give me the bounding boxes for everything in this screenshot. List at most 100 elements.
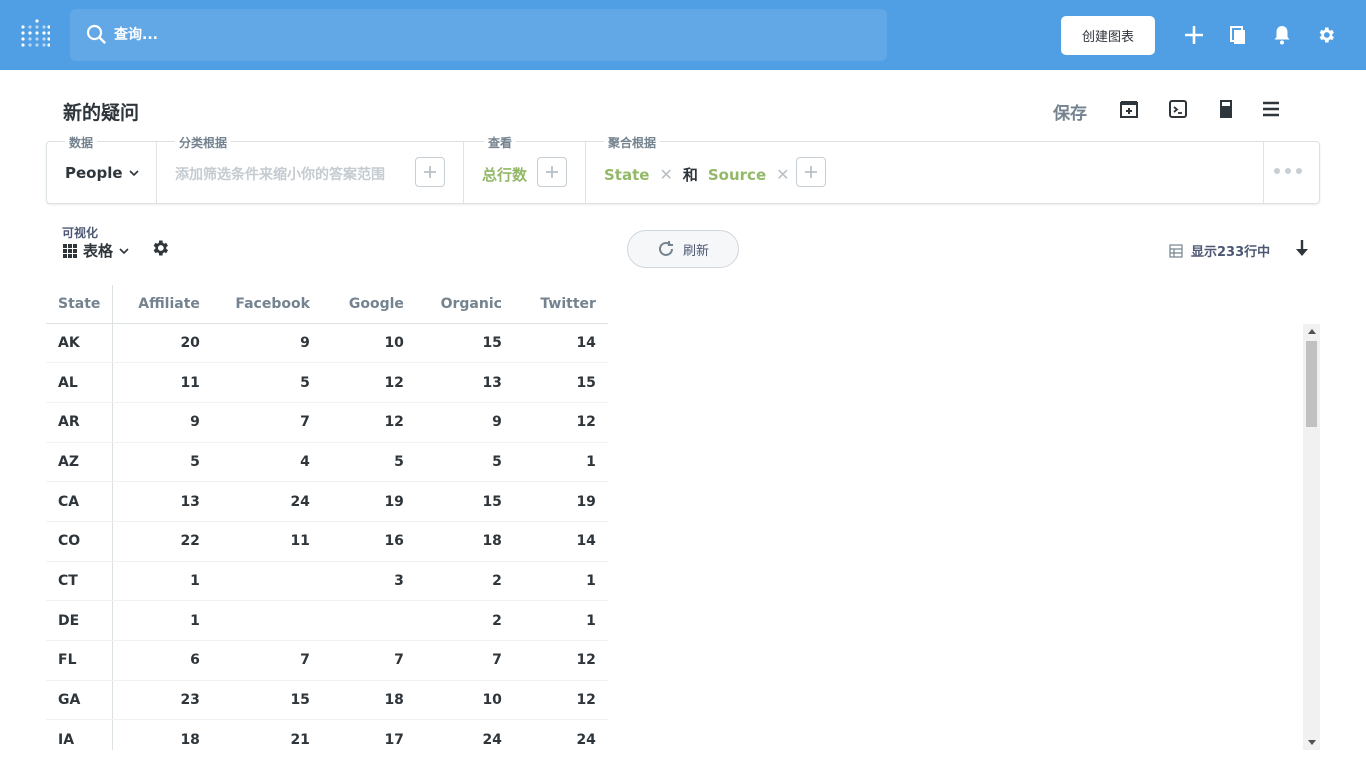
collection-icon[interactable]	[1226, 23, 1250, 47]
table-cell[interactable]: 5	[415, 442, 514, 483]
table-cell[interactable]: 7	[211, 402, 322, 443]
table-cell[interactable]: 20	[112, 323, 212, 364]
table-cell[interactable]: DE	[46, 600, 114, 641]
table-cell[interactable]: 15	[415, 481, 514, 522]
table-cell[interactable]	[211, 600, 322, 641]
table-cell[interactable]: 14	[513, 323, 608, 364]
table-cell[interactable]: 5	[321, 442, 416, 483]
column-header-twitter[interactable]: Twitter	[513, 285, 608, 324]
table-cell[interactable]: 1	[513, 600, 608, 641]
add-aggregation-button[interactable]	[537, 157, 567, 187]
table-cell[interactable]: 13	[415, 362, 514, 403]
table-cell[interactable]: 2	[415, 561, 514, 602]
column-header-affiliate[interactable]: Affiliate	[112, 285, 212, 324]
table-cell[interactable]: AR	[46, 402, 114, 443]
table-cell[interactable]: 10	[321, 323, 416, 364]
table-cell[interactable]: 21	[211, 719, 322, 750]
data-source-select[interactable]: People	[65, 164, 139, 182]
table-cell[interactable]: 4	[211, 442, 322, 483]
filter-placeholder[interactable]: 添加筛选条件来缩小你的答案范围	[175, 164, 385, 184]
table-cell[interactable]: 13	[112, 481, 212, 522]
table-cell[interactable]: IA	[46, 719, 114, 750]
settings-gear-icon[interactable]	[1314, 23, 1338, 47]
sql-editor-icon[interactable]	[1166, 97, 1190, 121]
table-cell[interactable]: CO	[46, 521, 114, 562]
table-cell[interactable]: 1	[513, 561, 608, 602]
scroll-down-arrow-icon[interactable]	[1308, 740, 1316, 745]
table-cell[interactable]: AZ	[46, 442, 114, 483]
table-cell[interactable]: 19	[513, 481, 608, 522]
table-cell[interactable]: AL	[46, 362, 114, 403]
column-header-google[interactable]: Google	[321, 285, 416, 324]
search-input[interactable]	[114, 21, 814, 49]
table-cell[interactable]: AK	[46, 323, 114, 364]
table-cell[interactable]: 5	[211, 362, 322, 403]
table-cell[interactable]: 7	[415, 640, 514, 681]
visualization-type-select[interactable]: 表格	[63, 240, 129, 261]
remove-source-icon[interactable]: ✕	[776, 165, 789, 184]
column-header-organic[interactable]: Organic	[415, 285, 514, 324]
table-cell[interactable]: FL	[46, 640, 114, 681]
notification-bell-icon[interactable]	[1270, 23, 1294, 47]
table-cell[interactable]: 12	[321, 402, 416, 443]
refresh-button[interactable]: 刷新	[627, 230, 739, 268]
table-cell[interactable]: 2	[415, 600, 514, 641]
metabase-logo-icon[interactable]	[20, 18, 50, 52]
table-cell[interactable]: GA	[46, 680, 114, 721]
remove-state-icon[interactable]: ✕	[659, 165, 672, 184]
download-icon[interactable]	[1292, 238, 1312, 260]
table-cell[interactable]: 12	[513, 680, 608, 721]
table-cell[interactable]: 9	[112, 402, 212, 443]
table-cell[interactable]: 7	[211, 640, 322, 681]
add-icon[interactable]	[1182, 23, 1206, 47]
add-breakout-button[interactable]	[796, 157, 826, 187]
table-cell[interactable]: CA	[46, 481, 114, 522]
table-cell[interactable]: 12	[513, 640, 608, 681]
scroll-up-arrow-icon[interactable]	[1308, 329, 1316, 334]
table-cell[interactable]: CT	[46, 561, 114, 602]
table-cell[interactable]: 9	[415, 402, 514, 443]
table-cell[interactable]: 12	[513, 402, 608, 443]
table-cell[interactable]: 19	[321, 481, 416, 522]
table-cell[interactable]: 11	[112, 362, 212, 403]
table-cell[interactable]: 7	[321, 640, 416, 681]
add-to-dashboard-icon[interactable]	[1117, 97, 1141, 121]
breakout-source[interactable]: Source	[708, 166, 766, 184]
reference-book-icon[interactable]	[1214, 97, 1238, 121]
table-cell[interactable]: 6	[112, 640, 212, 681]
table-cell[interactable]: 24	[211, 481, 322, 522]
scrollbar-thumb[interactable]	[1306, 341, 1317, 427]
table-cell[interactable]: 15	[513, 362, 608, 403]
table-cell[interactable]: 23	[112, 680, 212, 721]
aggregation-value[interactable]: 总行数	[482, 164, 527, 185]
table-cell[interactable]: 17	[321, 719, 416, 750]
table-cell[interactable]: 18	[415, 521, 514, 562]
add-filter-button[interactable]	[415, 157, 445, 187]
column-header-state[interactable]: State	[46, 285, 114, 324]
table-cell[interactable]: 1	[513, 442, 608, 483]
table-cell[interactable]: 1	[112, 600, 212, 641]
table-cell[interactable]: 9	[211, 323, 322, 364]
column-header-facebook[interactable]: Facebook	[211, 285, 322, 324]
table-scrollbar[interactable]	[1303, 324, 1320, 750]
more-options-icon[interactable]	[1274, 168, 1302, 174]
save-button[interactable]: 保存	[1053, 99, 1087, 124]
table-cell[interactable]: 1	[112, 561, 212, 602]
search-bar[interactable]	[70, 9, 887, 61]
table-cell[interactable]: 14	[513, 521, 608, 562]
create-chart-button[interactable]: 创建图表	[1061, 16, 1155, 55]
table-cell[interactable]: 18	[321, 680, 416, 721]
table-cell[interactable]: 3	[321, 561, 416, 602]
table-cell[interactable]: 22	[112, 521, 212, 562]
table-cell[interactable]: 16	[321, 521, 416, 562]
menu-icon[interactable]	[1259, 97, 1283, 121]
table-cell[interactable]: 24	[415, 719, 514, 750]
table-cell[interactable]: 15	[211, 680, 322, 721]
table-cell[interactable]: 24	[513, 719, 608, 750]
table-cell[interactable]: 10	[415, 680, 514, 721]
breakout-state[interactable]: State	[604, 166, 649, 184]
table-cell[interactable]: 5	[112, 442, 212, 483]
table-cell[interactable]: 12	[321, 362, 416, 403]
visualization-settings-gear-icon[interactable]	[150, 238, 170, 258]
table-cell[interactable]: 18	[112, 719, 212, 750]
